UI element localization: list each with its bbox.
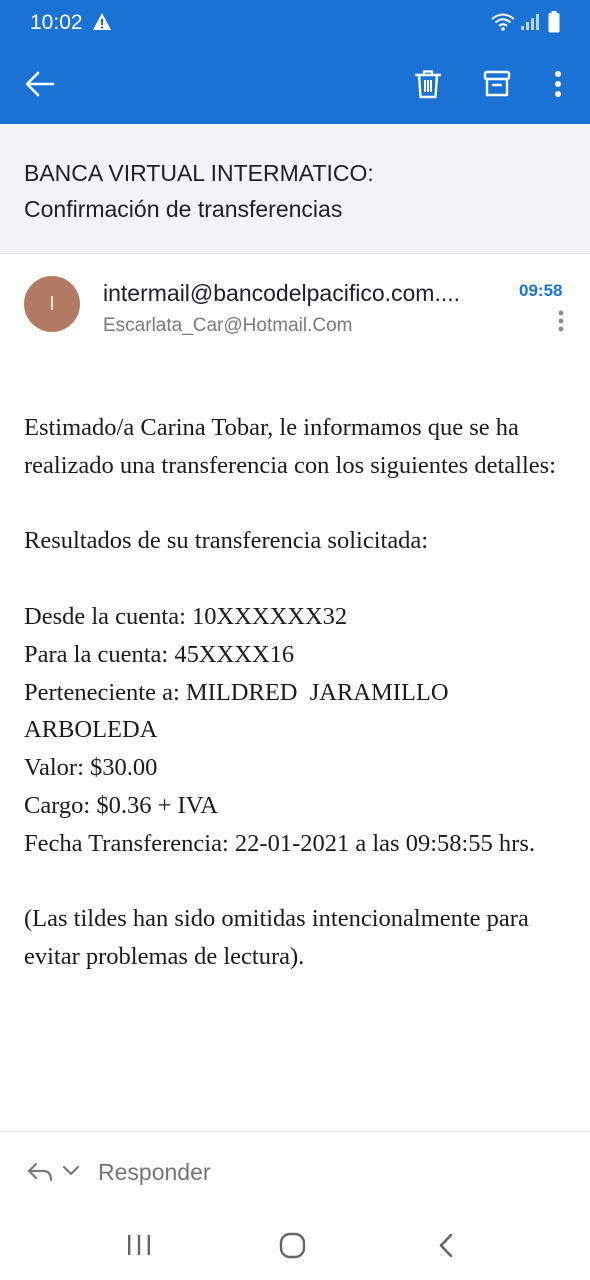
signal-icon <box>521 14 539 30</box>
reply-button[interactable]: Responder <box>98 1159 211 1186</box>
more-vert-icon <box>555 71 561 97</box>
body-results-heading: Resultados de su transferencia solicitad… <box>24 527 429 555</box>
avatar-initial: I <box>49 292 55 315</box>
more-vert-icon <box>558 310 564 332</box>
message-time: 09:58 <box>519 281 563 300</box>
recipient-address[interactable]: Escarlata_Car@Hotmail.Com <box>103 315 352 337</box>
more-options-button[interactable] <box>536 62 580 106</box>
email-body: Estimado/a Carina Tobar, le informamos q… <box>24 409 574 976</box>
subject-line-1: BANCA VIRTUAL INTERMATICO: <box>24 160 374 186</box>
body-belongs-to: Perteneciente a: MILDRED JARAMILLO ARBOL… <box>24 678 454 744</box>
body-date: Fecha Transferencia: 22-01-2021 a las 09… <box>24 829 535 857</box>
delete-icon <box>415 70 441 99</box>
email-subject: BANCA VIRTUAL INTERMATICO: Confirmación … <box>0 124 590 254</box>
battery-icon <box>548 11 560 33</box>
body-intro: Estimado/a Carina Tobar, le informamos q… <box>24 414 556 479</box>
body-to-account: Para la cuenta: 45XXXX16 <box>24 640 295 668</box>
app-bar <box>0 44 590 124</box>
archive-button[interactable] <box>475 62 519 106</box>
system-nav-bar <box>0 1211 590 1280</box>
recent-apps-icon[interactable] <box>126 1234 152 1256</box>
back-arrow-icon <box>25 71 55 97</box>
archive-icon <box>483 70 511 97</box>
body-charge: Cargo: $0.36 + IVA <box>24 791 218 819</box>
chevron-down-icon[interactable] <box>62 1164 80 1178</box>
body-note: (Las tildes han sido omitidas intenciona… <box>24 905 535 971</box>
back-icon[interactable] <box>436 1232 456 1259</box>
message-more-button[interactable] <box>548 306 574 336</box>
sender-address[interactable]: intermail@bancodelpacifico.com.... <box>103 280 508 307</box>
body-from-account: Desde la cuenta: 10XXXXXX32 <box>24 602 348 630</box>
wifi-icon <box>491 13 515 31</box>
delete-button[interactable] <box>406 62 450 106</box>
warning-icon <box>93 13 111 30</box>
reply-bar: Responder <box>0 1131 590 1211</box>
avatar[interactable]: I <box>24 276 80 332</box>
body-amount: Valor: $30.00 <box>24 754 158 782</box>
status-time: 10:02 <box>30 11 83 34</box>
back-button[interactable] <box>18 62 62 106</box>
status-bar: 10:02 <box>0 0 590 44</box>
subject-line-2: Confirmación de transferencias <box>24 196 343 222</box>
reply-icon[interactable] <box>26 1160 54 1184</box>
home-icon[interactable] <box>279 1232 306 1259</box>
